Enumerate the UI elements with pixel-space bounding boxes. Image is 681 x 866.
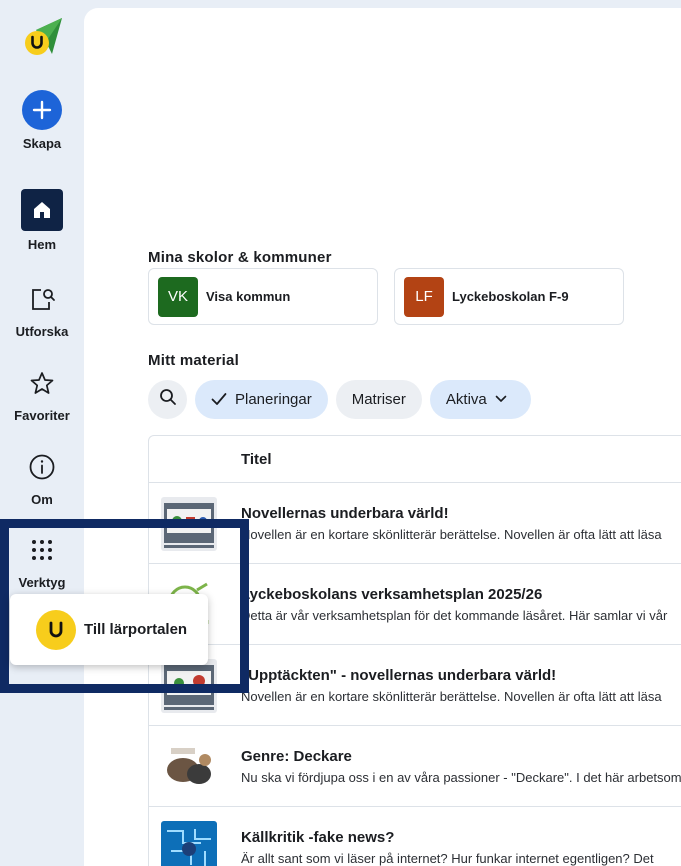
filter-label: Planeringar [235, 390, 312, 408]
thumbnail-image [161, 659, 217, 713]
material-table: Titel Novellernas underbara värld! Novel… [148, 435, 681, 866]
check-icon [211, 393, 227, 405]
sidebar-item-label: Favoriter [14, 408, 70, 423]
filter-planeringar[interactable]: Planeringar [195, 379, 328, 419]
portal-label: Till lärportalen [84, 621, 188, 638]
main-content: Mina skolor & kommuner VK Visa kommun LF… [84, 8, 681, 866]
explore-icon [21, 280, 63, 318]
table-row[interactable]: Källkritik -fake news? Är allt sant som … [149, 807, 681, 866]
thumbnail-image [161, 740, 217, 794]
school-badge: VK [158, 276, 198, 317]
material-section-title: Mitt material [148, 352, 239, 369]
row-description: Novellen är en kortare skönlitterär berä… [241, 527, 662, 542]
app-logo-icon[interactable] [22, 16, 64, 58]
filter-aktiva-dropdown[interactable]: Aktiva [429, 379, 531, 419]
info-icon [21, 448, 63, 486]
thumbnail-image [161, 497, 217, 551]
filter-row: Planeringar Matriser Aktiva [148, 379, 531, 419]
sidebar-item-label: Hem [27, 237, 57, 252]
home-icon [21, 189, 63, 231]
grid-dots-icon [21, 531, 63, 569]
row-title: "Upptäckten" - novellernas underbara vär… [241, 667, 557, 684]
school-card-lyckeboskolan[interactable]: LF Lyckeboskolan F-9 [394, 268, 624, 325]
school-badge: LF [404, 276, 444, 317]
table-row[interactable]: Novellernas underbara värld! Novellen är… [149, 483, 681, 564]
row-description: Är allt sant som vi läser på internet? H… [241, 851, 654, 866]
table-row[interactable]: "Upptäckten" - novellernas underbara vär… [149, 645, 681, 726]
sidebar-item-label: Verktyg [18, 575, 66, 590]
row-title: Källkritik -fake news? [241, 829, 395, 846]
filter-label: Aktiva [445, 390, 487, 408]
sidebar-item-label: Utforska [15, 324, 69, 339]
school-name: Visa kommun [206, 289, 291, 304]
schools-section-title: Mina skolor & kommuner [148, 249, 332, 266]
sidebar-item-label: Om [31, 492, 53, 507]
sidebar-item-about[interactable]: Om [0, 448, 84, 507]
create-button[interactable]: Skapa [0, 90, 84, 151]
row-title: Lyckeboskolans verksamhetsplan 2025/26 [241, 586, 543, 603]
create-label: Skapa [22, 136, 62, 151]
sidebar: Skapa Hem Utforska Favoriter Om Verktyg [0, 0, 84, 866]
search-button[interactable] [148, 379, 187, 419]
thumbnail-image [161, 821, 217, 866]
table-row[interactable]: Lyckeboskolans verksamhetsplan 2025/26 D… [149, 564, 681, 645]
plus-icon [22, 90, 62, 130]
search-icon [159, 388, 177, 410]
sidebar-item-favorites[interactable]: Favoriter [0, 364, 84, 423]
filter-matriser[interactable]: Matriser [335, 379, 422, 419]
table-row[interactable]: Genre: Deckare Nu ska vi fördjupa oss i … [149, 726, 681, 807]
row-title: Novellernas underbara värld! [241, 505, 449, 522]
row-description: Detta är vår verksamhetsplan för det kom… [241, 608, 668, 623]
teacher-portal-link[interactable]: Till lärportalen [10, 594, 208, 665]
school-card-visa-kommun[interactable]: VK Visa kommun [148, 268, 378, 325]
portal-logo-icon [36, 609, 76, 650]
chevron-down-icon [495, 395, 507, 402]
star-icon [21, 364, 63, 402]
row-description: Nu ska vi fördjupa oss i en av våra pass… [241, 770, 681, 785]
filter-label: Matriser [351, 390, 406, 408]
school-name: Lyckeboskolan F-9 [452, 289, 569, 304]
row-title: Genre: Deckare [241, 748, 352, 765]
table-header-title: Titel [149, 436, 681, 483]
sidebar-item-explore[interactable]: Utforska [0, 280, 84, 339]
sidebar-item-home[interactable]: Hem [0, 189, 84, 252]
row-description: Novellen är en kortare skönlitterär berä… [241, 689, 662, 704]
sidebar-item-tools[interactable]: Verktyg [0, 531, 84, 590]
